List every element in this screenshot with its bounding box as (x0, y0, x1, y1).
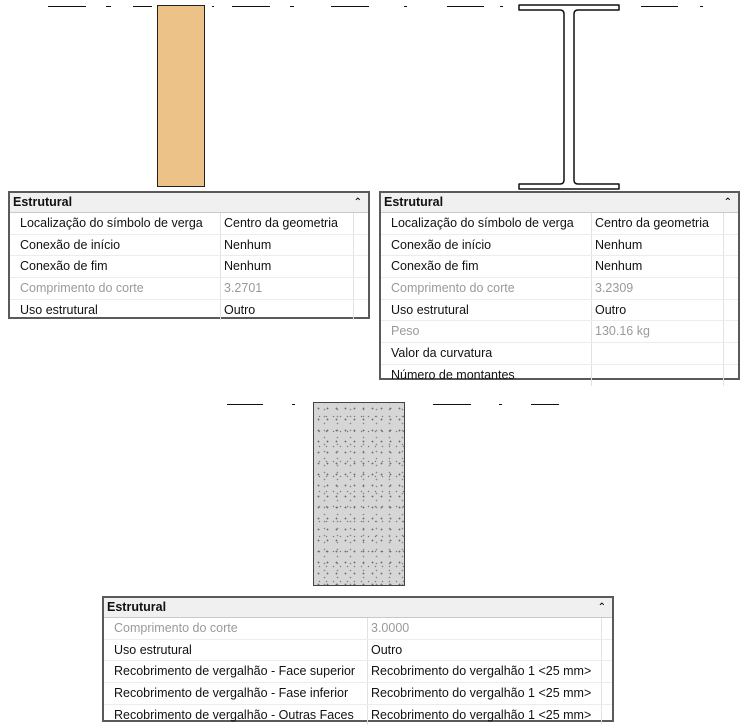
property-value[interactable]: Recobrimento do vergalhão 1 <25 mm> (368, 661, 602, 683)
property-name: Número de montantes (381, 364, 592, 386)
property-row[interactable]: Uso estrutural Outro (104, 639, 612, 662)
collapse-up-icon[interactable]: ⌃ (724, 193, 732, 212)
property-row[interactable]: Valor da curvatura (381, 343, 738, 365)
properties-panel-steel: Estrutural ⌃ Localização do símbolo de v… (379, 191, 740, 386)
property-value: 3.2701 (221, 278, 354, 299)
property-name: Localização do símbolo de verga (10, 213, 221, 234)
property-row[interactable]: Recobrimento de vergalhão - Outras Faces… (104, 704, 612, 725)
property-value[interactable]: Outro (592, 299, 724, 321)
property-row[interactable]: Conexão de fim Nenhum (10, 256, 368, 279)
property-value[interactable]: Outro (368, 639, 602, 661)
property-row[interactable]: Uso estrutural Outro (381, 299, 738, 322)
property-row[interactable]: Conexão de início Nenhum (10, 234, 368, 257)
panel-header[interactable]: Estrutural ⌃ (10, 193, 368, 213)
properties-panel-concrete: Estrutural ⌃ Comprimento do corte 3.0000… (102, 596, 614, 725)
property-value[interactable]: Centro da geometria (592, 213, 724, 234)
property-row[interactable]: Conexão de fim Nenhum (381, 256, 738, 279)
property-row[interactable]: Localização do símbolo de verga Centro d… (381, 213, 738, 235)
property-value: 130.16 kg (592, 321, 724, 343)
property-name: Uso estrutural (381, 299, 592, 321)
property-row: Comprimento do corte 3.2309 (381, 278, 738, 300)
property-value[interactable]: Nenhum (592, 234, 724, 256)
property-row: Comprimento do corte 3.0000 (104, 618, 612, 640)
panel-header[interactable]: Estrutural ⌃ (104, 598, 612, 618)
property-row[interactable]: Uso estrutural Outro (10, 299, 368, 321)
property-name: Recobrimento de vergalhão - Face superio… (104, 661, 368, 683)
property-name: Localização do símbolo de verga (381, 213, 592, 234)
steel-i-beam-section[interactable] (518, 4, 620, 190)
property-row[interactable]: Localização do símbolo de verga Centro d… (10, 213, 368, 235)
property-name: Conexão de fim (10, 256, 221, 278)
wood-beam-section[interactable] (157, 5, 205, 187)
property-name: Recobrimento de vergalhão - Outras Faces (104, 704, 368, 725)
property-value: 3.0000 (368, 618, 602, 639)
collapse-up-icon[interactable]: ⌃ (598, 598, 606, 617)
property-name: Conexão de início (381, 234, 592, 256)
property-row: Peso 130.16 kg (381, 321, 738, 344)
panel-title: Estrutural (13, 195, 73, 209)
property-row[interactable]: Número de montantes (381, 364, 738, 386)
collapse-up-icon[interactable]: ⌃ (354, 193, 362, 212)
property-value[interactable]: Nenhum (592, 256, 724, 278)
property-name: Comprimento do corte (104, 618, 368, 639)
property-row[interactable]: Recobrimento de vergalhão - Face superio… (104, 661, 612, 684)
property-row: Comprimento do corte 3.2701 (10, 278, 368, 300)
property-value[interactable]: Nenhum (221, 234, 354, 256)
property-row[interactable]: Recobrimento de vergalhão - Fase inferio… (104, 683, 612, 705)
property-name: Uso estrutural (104, 639, 368, 661)
panel-header[interactable]: Estrutural ⌃ (381, 193, 738, 213)
property-value: 3.2309 (592, 278, 724, 299)
property-name: Recobrimento de vergalhão - Fase inferio… (104, 683, 368, 704)
panel-title: Estrutural (384, 195, 444, 209)
property-name: Conexão de início (10, 234, 221, 256)
concrete-beam-section[interactable] (313, 402, 405, 586)
property-value[interactable] (592, 364, 724, 386)
property-value[interactable] (592, 343, 724, 364)
property-value[interactable]: Centro da geometria (221, 213, 354, 234)
property-name: Conexão de fim (381, 256, 592, 278)
property-name: Uso estrutural (10, 299, 221, 321)
property-name: Peso (381, 321, 592, 343)
property-value[interactable]: Outro (221, 299, 354, 321)
reference-line-top (0, 2, 750, 12)
property-name: Comprimento do corte (10, 278, 221, 299)
property-value[interactable]: Recobrimento do vergalhão 1 <25 mm> (368, 683, 602, 704)
property-value[interactable]: Recobrimento do vergalhão 1 <25 mm> (368, 704, 602, 725)
property-value[interactable]: Nenhum (221, 256, 354, 278)
property-name: Comprimento do corte (381, 278, 592, 299)
panel-title: Estrutural (107, 600, 167, 614)
properties-panel-wood: Estrutural ⌃ Localização do símbolo de v… (8, 191, 370, 321)
property-name: Valor da curvatura (381, 343, 592, 364)
property-row[interactable]: Conexão de início Nenhum (381, 234, 738, 257)
